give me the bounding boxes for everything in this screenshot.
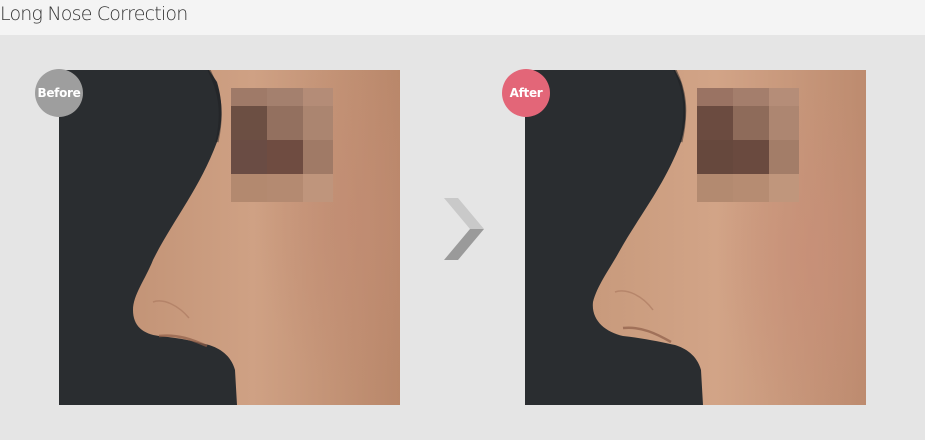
before-badge: Before [35, 69, 83, 117]
before-photo [59, 70, 400, 405]
page-title: Long Nose Correction [0, 3, 188, 25]
after-badge: After [502, 69, 550, 117]
chevron-right-icon [440, 194, 488, 264]
header-bar: Long Nose Correction [0, 0, 925, 35]
page: Long Nose Correction Before After [0, 0, 925, 440]
after-photo [525, 70, 866, 405]
